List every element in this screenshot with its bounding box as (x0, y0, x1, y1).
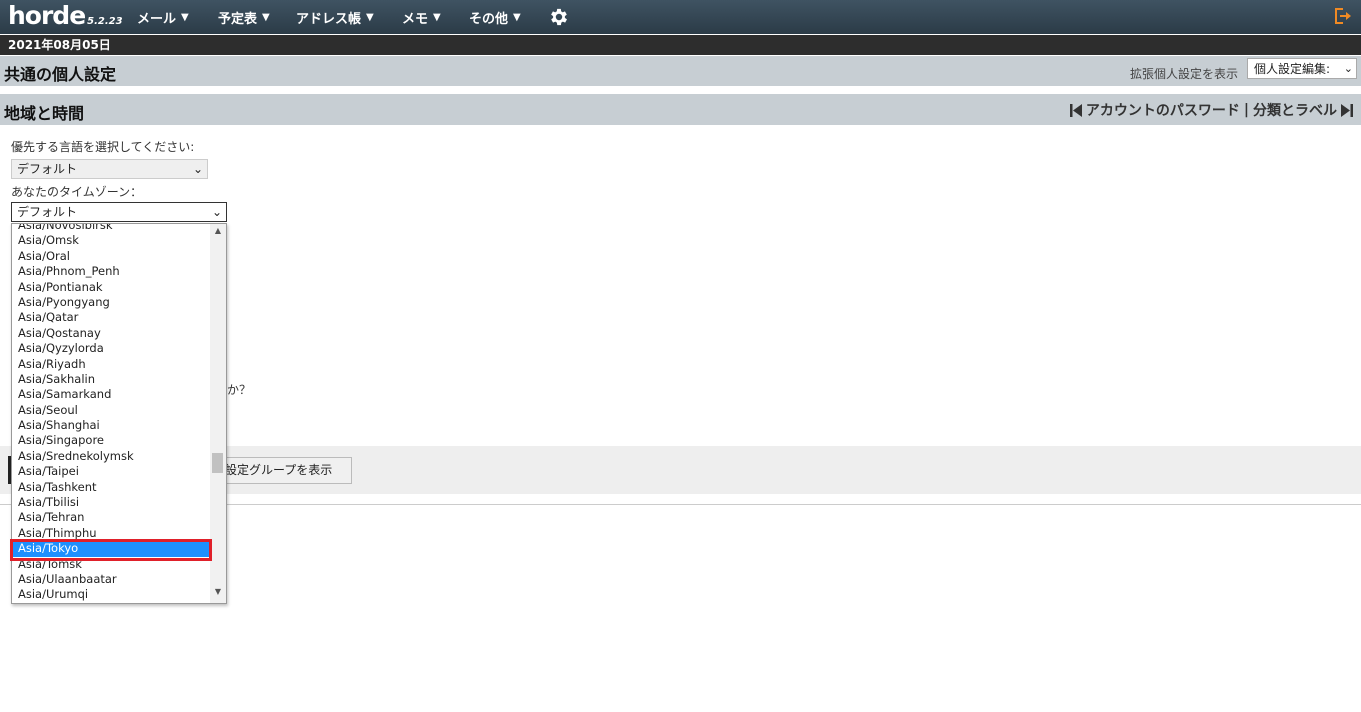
timezone-option[interactable]: Asia/Novosibirsk (12, 224, 210, 233)
timezone-option[interactable]: Asia/Sakhalin (12, 372, 210, 387)
caret-down-icon: ▼ (262, 11, 270, 23)
timezone-option[interactable]: Asia/Tbilisi (12, 495, 210, 510)
timezone-option[interactable]: Asia/Qatar (12, 310, 210, 325)
horde-logo[interactable]: horde 5.2.23 (8, 1, 123, 30)
next-section-link[interactable]: 分類とラベル (1253, 100, 1337, 120)
first-page-icon[interactable] (1069, 103, 1082, 117)
chevron-down-icon: ⌄ (211, 205, 222, 219)
section-title-band: 地域と時間 アカウントのパスワード | 分類とラベル (0, 94, 1361, 125)
gear-icon[interactable] (548, 6, 570, 28)
timezone-option[interactable]: Asia/Pontianak (12, 280, 210, 295)
timezone-option[interactable]: Asia/Taipei (12, 464, 210, 479)
timezone-option[interactable]: Asia/Phnom_Penh (12, 264, 210, 279)
timezone-option[interactable]: Asia/Pyongyang (12, 295, 210, 310)
date-bar: 2021年08月05日 (0, 35, 1361, 55)
timezone-option[interactable]: Asia/Urumqi (12, 587, 210, 602)
caret-down-icon: ▼ (513, 11, 521, 23)
nav-notes[interactable]: メモ ▼ (402, 0, 441, 34)
timezone-option[interactable]: Asia/Shanghai (12, 418, 210, 433)
page-title: 共通の個人設定 (4, 65, 117, 84)
timezone-option[interactable]: Asia/Oral (12, 249, 210, 264)
nav-address-book[interactable]: アドレス帳 ▼ (296, 0, 374, 34)
timezone-option[interactable]: Asia/Singapore (12, 433, 210, 448)
top-navigation-bar: horde 5.2.23 メール ▼ 予定表 ▼ アドレス帳 ▼ メモ ▼ その他 ▼ (0, 0, 1361, 34)
prev-section-link[interactable]: アカウントのパスワード (1086, 100, 1240, 120)
nav-notes-label: メモ (402, 11, 429, 27)
section-title: 地域と時間 (4, 104, 85, 123)
caret-down-icon: ▼ (433, 11, 441, 23)
timezone-select-value: デフォルト (17, 205, 78, 219)
logout-icon[interactable] (1334, 7, 1352, 25)
nav-calendar-label: 予定表 (218, 11, 258, 27)
chevron-down-icon: ⌄ (1343, 62, 1353, 75)
nav-others[interactable]: その他 ▼ (469, 0, 521, 34)
nav-others-label: その他 (469, 11, 509, 27)
pref-group-select-value: 個人設定編集: (1254, 62, 1331, 76)
timezone-option[interactable]: Asia/Riyadh (12, 357, 210, 372)
language-select[interactable]: デフォルト ⌄ (11, 159, 208, 179)
timezone-option[interactable]: Asia/Ulaanbaatar (12, 572, 210, 587)
section-navigation: アカウントのパスワード | 分類とラベル (1069, 100, 1353, 120)
scroll-down-icon[interactable]: ▼ (210, 587, 226, 601)
scrollbar-thumb[interactable] (212, 453, 223, 473)
obscured-question-text: か？ (227, 383, 252, 397)
nav-mail-label: メール (137, 11, 177, 27)
version-label: 5.2.23 (87, 16, 123, 27)
chevron-down-icon: ⌄ (192, 162, 203, 176)
pref-group-select[interactable]: 個人設定編集: ⌄ (1247, 58, 1357, 79)
timezone-option[interactable]: Asia/Srednekolymsk (12, 449, 210, 464)
timezone-option[interactable]: Asia/Seoul (12, 403, 210, 418)
timezone-option[interactable]: Asia/Samarkand (12, 387, 210, 402)
caret-down-icon: ▼ (181, 11, 189, 23)
logo-text: horde (8, 1, 86, 30)
show-pref-groups-button[interactable]: 設定グループを表示 (216, 457, 352, 484)
link-separator: | (1243, 102, 1249, 118)
timezone-label: あなたのタイムゾーン： (11, 185, 143, 199)
timezone-select[interactable]: デフォルト ⌄ (11, 202, 227, 222)
language-select-value: デフォルト (17, 162, 78, 176)
nav-address-book-label: アドレス帳 (296, 11, 362, 27)
show-pref-groups-button-label: 設定グループを表示 (225, 463, 333, 477)
last-page-icon[interactable] (1341, 103, 1353, 117)
timezone-option[interactable]: Asia/Omsk (12, 233, 210, 248)
timezone-option[interactable]: Asia/Tehran (12, 510, 210, 525)
dropdown-scrollbar[interactable]: ▲ ▼ (210, 224, 226, 603)
scroll-up-icon[interactable]: ▲ (210, 226, 226, 240)
nav-calendar[interactable]: 予定表 ▼ (218, 0, 270, 34)
timezone-option[interactable]: Asia/Qyzylorda (12, 341, 210, 356)
tokyo-highlight-annotation (10, 539, 212, 561)
language-label: 優先する言語を選択してください: (11, 140, 195, 154)
nav-mail[interactable]: メール ▼ (137, 0, 189, 34)
timezone-option[interactable]: Asia/Tashkent (12, 480, 210, 495)
current-date: 2021年08月05日 (8, 38, 111, 52)
timezone-option[interactable]: Asia/Qostanay (12, 326, 210, 341)
advanced-prefs-link[interactable]: 拡張個人設定を表示 (1130, 65, 1238, 82)
caret-down-icon: ▼ (366, 11, 374, 23)
page-title-band: 共通の個人設定 拡張個人設定を表示 個人設定編集: ⌄ (0, 56, 1361, 86)
